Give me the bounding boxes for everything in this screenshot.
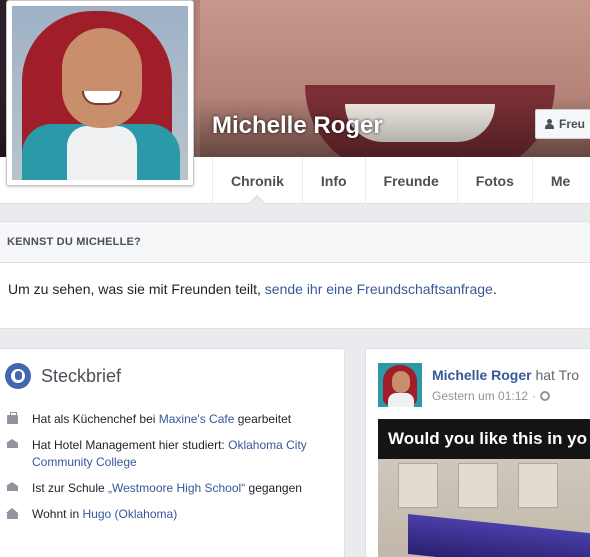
tab-label: Fotos	[475, 172, 514, 189]
post-timestamp[interactable]: Gestern um 01:12	[432, 389, 528, 403]
home-icon	[6, 508, 18, 519]
globe-icon[interactable]	[540, 391, 551, 401]
post-image-caption: Would you like this in yo	[388, 429, 587, 448]
graduation-cap-icon	[6, 439, 18, 448]
info-post: gearbeitet	[234, 412, 292, 426]
info-pre: Hat als Küchenchef bei	[32, 412, 159, 426]
steckbrief-title: Steckbrief	[41, 365, 122, 386]
post-header: Michelle Roger hat Tro	[432, 367, 579, 383]
steckbrief-list: Hat als Küchenchef bei Maxine's Cafe gea…	[0, 411, 345, 532]
post-image[interactable]: Would you like this in yo	[378, 419, 590, 557]
post-author-link[interactable]: Michelle Roger	[432, 367, 532, 383]
globe-icon	[5, 363, 31, 389]
post-avatar-face	[392, 371, 410, 393]
info-post: gegangen	[245, 481, 302, 495]
tab-freunde[interactable]: Freunde	[364, 157, 457, 204]
tab-more[interactable]: Me	[531, 157, 588, 204]
know-body: Um zu sehen, was sie mit Freunden teilt,…	[0, 263, 590, 329]
know-header: KENNST DU MICHELLE?	[0, 221, 590, 263]
post-card: Michelle Roger hat Tro Gestern um 01:12 …	[365, 348, 590, 557]
add-friend-button[interactable]: Freu	[535, 109, 590, 139]
tab-label: Info	[320, 172, 347, 189]
info-link[interactable]: „Westmoore High School“	[108, 481, 245, 495]
tab-label: Freunde	[383, 172, 439, 189]
post-action: hat Tro	[531, 367, 580, 383]
know-text: Um zu sehen, was sie mit Freunden teilt,	[8, 281, 265, 297]
know-end: .	[492, 281, 497, 297]
steckbrief-header: Steckbrief	[5, 363, 121, 389]
profile-tabs: Chronik Info Freunde Fotos Me	[212, 157, 588, 205]
info-item-home: Wohnt in Hugo (Oklahoma)	[0, 506, 330, 523]
info-link[interactable]: Maxine's Cafe	[159, 412, 235, 426]
tab-label: Me	[550, 172, 571, 189]
tab-label: Chronik	[231, 172, 284, 189]
info-item-school: Ist zur Schule „Westmoore High School“ g…	[0, 480, 330, 497]
profile-picture[interactable]	[6, 0, 194, 186]
post-avatar-shirt	[388, 393, 414, 407]
post-image-cabinet	[518, 463, 558, 508]
info-item-work: Hat als Küchenchef bei Maxine's Cafe gea…	[0, 411, 330, 428]
profile-picture-image	[12, 6, 188, 180]
info-item-study: Hat Hotel Management hier studiert: Okla…	[0, 437, 330, 471]
post-meta-separator: ·	[532, 389, 537, 403]
post-avatar[interactable]	[378, 363, 422, 407]
add-friend-icon	[545, 119, 555, 129]
info-pre: Wohnt in	[32, 507, 83, 521]
post-image-cabinet	[458, 463, 498, 508]
graduation-cap-icon	[6, 482, 18, 491]
tab-fotos[interactable]: Fotos	[456, 157, 532, 204]
add-friend-label: Freu	[559, 117, 586, 131]
friend-request-link[interactable]: sende ihr eine Freundschaftsanfrage	[265, 281, 493, 297]
steckbrief-card: Steckbrief Hat als Küchenchef bei Maxine…	[0, 348, 345, 557]
info-pre: Hat Hotel Management hier studiert:	[32, 438, 229, 452]
post-image-cabinet	[398, 463, 438, 508]
profile-name[interactable]: Michelle Roger	[212, 112, 383, 140]
avatar-face	[62, 28, 142, 128]
avatar-tee	[67, 126, 137, 180]
info-pre: Ist zur Schule	[32, 481, 109, 495]
briefcase-icon	[7, 412, 18, 424]
tab-chronik[interactable]: Chronik	[212, 157, 302, 205]
info-link[interactable]: Hugo (Oklahoma)	[82, 507, 177, 521]
tab-info[interactable]: Info	[301, 157, 365, 204]
post-meta: Gestern um 01:12 ·	[432, 389, 551, 403]
